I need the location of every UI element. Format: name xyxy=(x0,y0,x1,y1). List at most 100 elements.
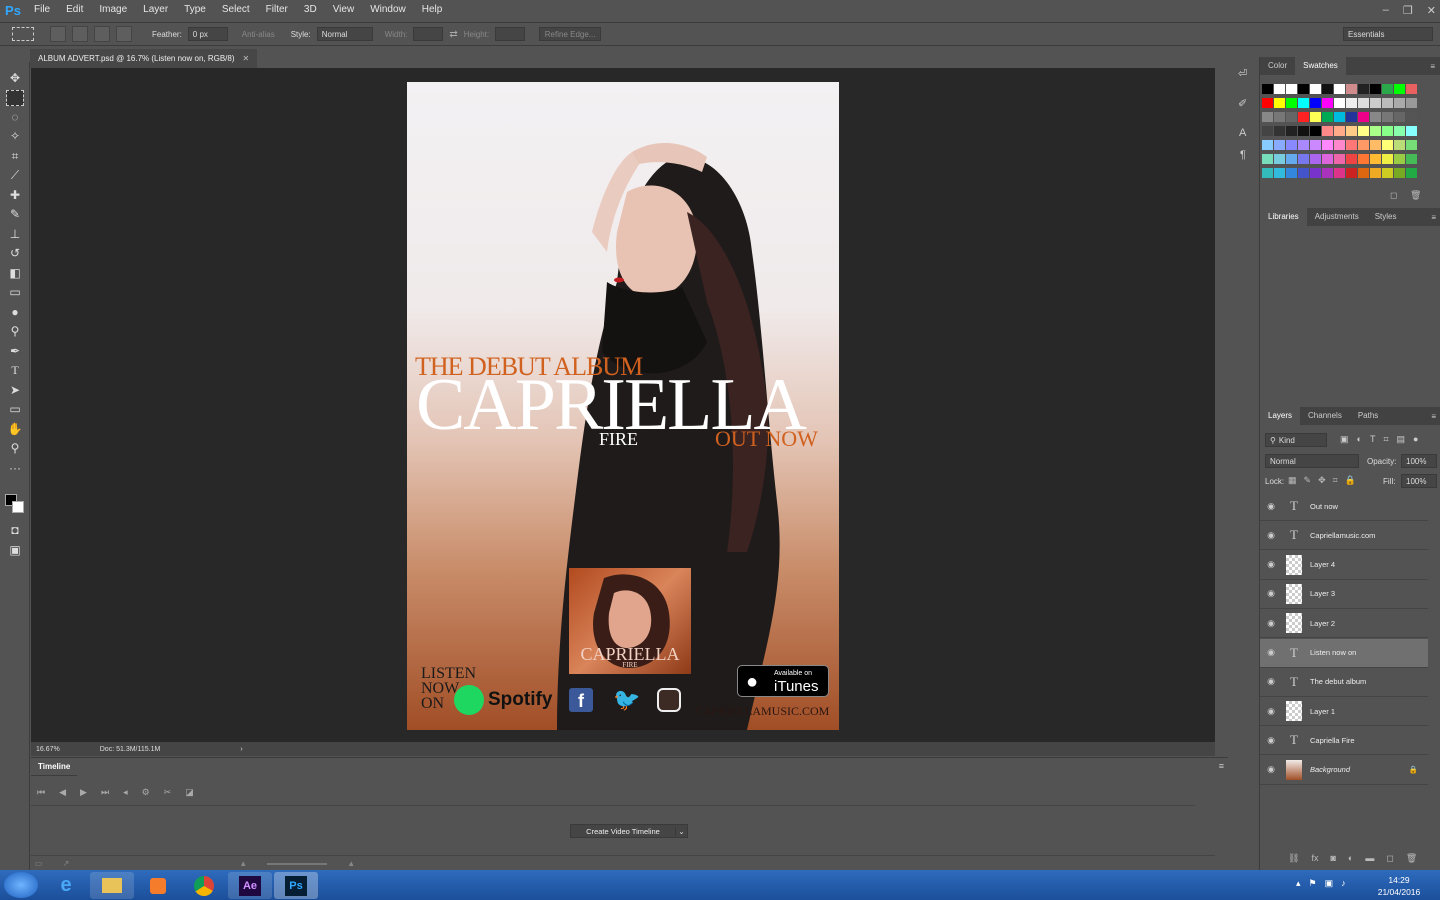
color-swatch[interactable] xyxy=(1262,168,1273,178)
lock-all-icon[interactable]: 🔒 xyxy=(1345,475,1356,486)
color-swatch[interactable] xyxy=(1394,140,1405,150)
color-swatch[interactable] xyxy=(1322,112,1333,122)
after-effects-icon[interactable]: Ae xyxy=(228,872,272,899)
color-swatch[interactable] xyxy=(1370,168,1381,178)
filter-toggle-icon[interactable]: ● xyxy=(1413,434,1418,445)
eyedropper-tool-icon[interactable]: ⟋ xyxy=(6,167,24,183)
layer-row[interactable]: ◉ Layer 3 xyxy=(1260,580,1428,609)
tab-channels[interactable]: Channels xyxy=(1300,407,1350,425)
next-frame-icon[interactable]: ⏭ xyxy=(101,787,109,798)
color-swatch[interactable] xyxy=(1346,154,1357,164)
color-swatch[interactable] xyxy=(1310,84,1321,94)
color-swatch[interactable] xyxy=(1334,98,1345,108)
delete-layer-icon[interactable]: 🗑 xyxy=(1406,853,1417,864)
color-swatch[interactable] xyxy=(1346,168,1357,178)
color-swatch[interactable] xyxy=(1358,154,1369,164)
menu-help[interactable]: Help xyxy=(414,0,451,20)
link-layers-icon[interactable]: ⛓ xyxy=(1288,853,1299,864)
layer-name[interactable]: Listen now on xyxy=(1310,648,1356,657)
color-swatch[interactable] xyxy=(1298,98,1309,108)
transition-icon[interactable]: ◪ xyxy=(185,787,194,798)
chrome-icon[interactable] xyxy=(182,872,226,899)
character-icon[interactable]: A xyxy=(1239,127,1246,139)
color-swatch[interactable] xyxy=(1370,84,1381,94)
layer-name[interactable]: Layer 1 xyxy=(1310,707,1335,716)
color-swatch[interactable] xyxy=(1346,126,1357,136)
zoom-level[interactable]: 16.67% xyxy=(36,746,60,753)
brush-preset-icon[interactable]: ✐ xyxy=(1238,97,1247,110)
color-swatch[interactable] xyxy=(1274,154,1285,164)
path-select-icon[interactable]: ➤ xyxy=(6,382,24,398)
color-swatch[interactable] xyxy=(1382,154,1393,164)
opacity-input[interactable]: 100% xyxy=(1401,454,1437,468)
color-swatch[interactable] xyxy=(1310,140,1321,150)
color-swatch[interactable] xyxy=(1406,140,1417,150)
color-swatch[interactable] xyxy=(1310,154,1321,164)
anti-alias-checkbox[interactable]: Anti-alias xyxy=(242,30,275,39)
color-swatch[interactable] xyxy=(1406,126,1417,136)
dodge-tool-icon[interactable]: ⚲ xyxy=(6,323,24,339)
layer-name[interactable]: Layer 2 xyxy=(1310,619,1335,628)
color-swatch[interactable] xyxy=(1310,168,1321,178)
color-swatch[interactable] xyxy=(1286,154,1297,164)
delete-swatch-icon[interactable]: 🗑 xyxy=(1410,190,1421,201)
type-filter-icon[interactable]: T xyxy=(1370,434,1376,445)
eye-icon[interactable]: ◉ xyxy=(1260,559,1282,570)
start-button[interactable] xyxy=(4,872,38,898)
layer-name[interactable]: Out now xyxy=(1310,502,1338,511)
layer-row[interactable]: ◉ T Capriellamusic.com xyxy=(1260,521,1428,551)
crop-tool-icon[interactable]: ⌗ xyxy=(6,148,24,164)
menu-window[interactable]: Window xyxy=(362,0,414,20)
color-swatch[interactable] xyxy=(1382,98,1393,108)
tab-libraries[interactable]: Libraries xyxy=(1260,208,1307,226)
doc-info[interactable]: Doc: 51.3M/115.1M xyxy=(100,746,161,753)
workspace-select[interactable]: Essentials xyxy=(1343,27,1433,41)
library-menu-icon[interactable]: ≡ xyxy=(1431,213,1436,222)
create-video-timeline-button[interactable]: Create Video Timeline ⌄ xyxy=(570,824,688,838)
blur-tool-icon[interactable]: ● xyxy=(6,304,24,320)
eraser-tool-icon[interactable]: ◧ xyxy=(6,265,24,281)
restore-icon[interactable]: ❐ xyxy=(1403,4,1413,17)
color-swatch[interactable] xyxy=(1334,126,1345,136)
swap-dimensions-icon[interactable]: ⇄ xyxy=(449,29,457,40)
color-swatch[interactable] xyxy=(1394,112,1405,122)
adjustment-layer-icon[interactable]: ◐ xyxy=(1348,853,1353,864)
history-icon[interactable]: ⏎ xyxy=(1238,67,1247,80)
color-swatch[interactable] xyxy=(1346,98,1357,108)
color-swatch[interactable] xyxy=(1274,98,1285,108)
tab-color[interactable]: Color xyxy=(1260,57,1295,75)
color-swatch[interactable] xyxy=(1394,126,1405,136)
document-tab[interactable]: ALBUM ADVERT.psd @ 16.7% (Listen now on,… xyxy=(30,49,258,68)
color-swatch[interactable] xyxy=(1322,126,1333,136)
lock-position-icon[interactable]: ✥ xyxy=(1318,475,1326,486)
width-input[interactable] xyxy=(413,27,444,41)
move-tool-icon[interactable]: ✥ xyxy=(6,70,24,86)
layer-row[interactable]: ◉ T Capriella Fire xyxy=(1260,726,1428,756)
paragraph-icon[interactable]: ¶ xyxy=(1240,149,1246,161)
pixel-filter-icon[interactable]: ▣ xyxy=(1340,434,1349,445)
color-swatch[interactable] xyxy=(1358,84,1369,94)
new-layer-icon[interactable]: ◻ xyxy=(1386,853,1393,864)
share-icon[interactable]: ↗ xyxy=(63,859,70,868)
layers-menu-icon[interactable]: ≡ xyxy=(1431,412,1436,421)
color-swatch[interactable] xyxy=(1382,140,1393,150)
color-swatch[interactable] xyxy=(1310,126,1321,136)
new-group-icon[interactable]: ▬ xyxy=(1365,853,1374,864)
layer-row[interactable]: ◉ Layer 4 xyxy=(1260,551,1428,580)
eye-icon[interactable]: ◉ xyxy=(1260,618,1282,629)
color-swatch[interactable] xyxy=(1322,84,1333,94)
brush-tool-icon[interactable]: ✎ xyxy=(6,206,24,222)
color-swatch[interactable] xyxy=(1262,140,1273,150)
color-swatch[interactable] xyxy=(1370,98,1381,108)
chevron-down-icon[interactable]: ⌄ xyxy=(675,826,687,836)
first-frame-icon[interactable]: ⏮ xyxy=(37,787,45,798)
shape-tool-icon[interactable]: ▭ xyxy=(6,401,24,417)
color-swatch[interactable] xyxy=(1310,112,1321,122)
color-swatch[interactable] xyxy=(1370,112,1381,122)
layer-row[interactable]: ◉ Background 🔒 xyxy=(1260,756,1428,785)
color-swatch[interactable] xyxy=(1262,126,1273,136)
color-swatch[interactable] xyxy=(1370,126,1381,136)
color-swatch[interactable] xyxy=(1322,154,1333,164)
tab-swatches[interactable]: Swatches xyxy=(1295,57,1346,75)
new-swatch-icon[interactable]: ◻ xyxy=(1390,190,1397,201)
